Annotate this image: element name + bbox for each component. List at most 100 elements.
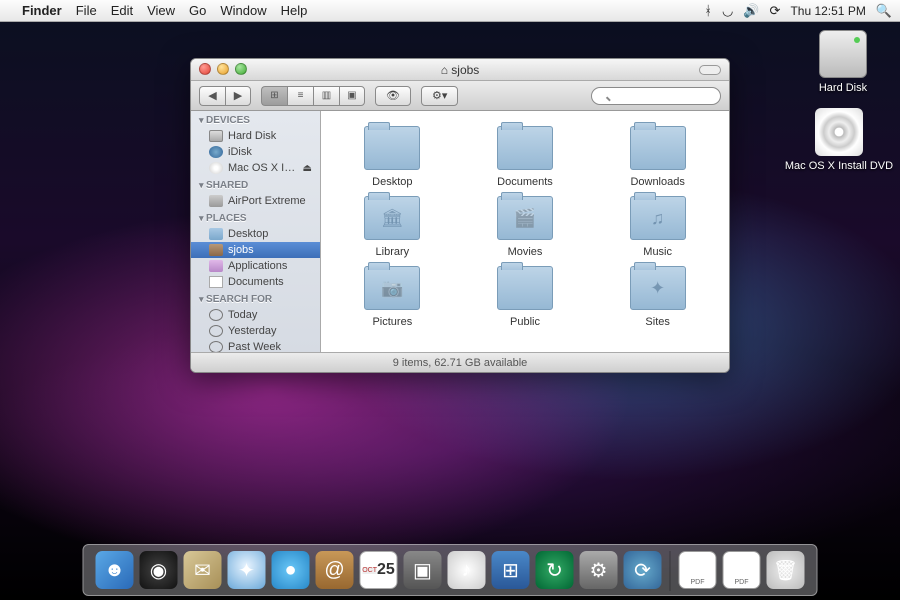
folder-label: Sites: [596, 316, 719, 328]
folder-music[interactable]: ♫Music: [596, 196, 719, 258]
dock-item-address-book[interactable]: @: [314, 549, 356, 591]
sidebar-item-label: Documents: [228, 276, 284, 288]
forward-button[interactable]: ▶: [225, 86, 251, 106]
menu-help[interactable]: Help: [281, 3, 308, 18]
sidebar-item-yesterday[interactable]: Yesterday: [191, 323, 320, 339]
sidebar-item-applications[interactable]: Applications: [191, 258, 320, 274]
action-menu-button[interactable]: ⚙▾: [421, 86, 458, 106]
disk-icon: [209, 130, 223, 142]
clock-icon: [209, 325, 223, 337]
folder-movies[interactable]: 🎬 Movies: [464, 196, 587, 258]
dock-item-finder[interactable]: ☻: [94, 549, 136, 591]
spotlight-icon[interactable]: 🔍: [876, 3, 892, 19]
folder-public[interactable]: Public: [464, 266, 587, 328]
dock-item-documents-stack-2[interactable]: [721, 549, 763, 591]
folder-documents[interactable]: Documents: [464, 126, 587, 188]
ichat-icon: ●: [272, 551, 310, 589]
sidebar-item-mac-os-x-i-[interactable]: Mac OS X I… ⏏: [191, 160, 320, 176]
window-titlebar[interactable]: ⌂ sjobs: [191, 59, 729, 81]
view-list-button[interactable]: ≡: [287, 86, 313, 106]
window-title: sjobs: [451, 63, 479, 77]
view-icon-button[interactable]: ⊞: [261, 86, 287, 106]
dock-item-ical[interactable]: OCT25: [358, 549, 400, 591]
desktop-icon-label: Mac OS X Install DVD: [784, 160, 894, 172]
sidebar-item-label: Mac OS X I…: [228, 162, 295, 174]
zoom-button[interactable]: [235, 63, 247, 75]
back-button[interactable]: ◀: [199, 86, 225, 106]
menu-clock[interactable]: Thu 12:51 PM: [790, 4, 865, 18]
sidebar-item-documents[interactable]: Documents: [191, 274, 320, 290]
sync-icon[interactable]: ⟳: [770, 3, 781, 19]
sidebar-group-label[interactable]: SEARCH FOR: [191, 290, 320, 307]
trash-icon: 🗑: [767, 551, 805, 589]
folder-desktop[interactable]: Desktop: [331, 126, 454, 188]
app-icon: [209, 260, 223, 272]
folder-icon: ✦: [630, 266, 686, 310]
dock-item-trash[interactable]: 🗑: [765, 549, 807, 591]
system-preferences-icon: ⚙: [580, 551, 618, 589]
sidebar-item-desktop[interactable]: Desktop: [191, 226, 320, 242]
folder-label: Movies: [464, 246, 587, 258]
documents-stack-icon: [679, 551, 717, 589]
eject-icon[interactable]: ⏏: [303, 163, 312, 174]
close-button[interactable]: [199, 63, 211, 75]
desktop-icon-hard-disk[interactable]: Hard Disk: [798, 30, 888, 94]
view-column-button[interactable]: ▥: [313, 86, 339, 106]
finder-toolbar: ◀ ▶ ⊞ ≡ ▥ ▣ 👁 ⚙▾: [191, 81, 729, 111]
finder-sidebar: DEVICESHard DiskiDiskMac OS X I…⏏SHAREDA…: [191, 111, 321, 352]
mail-icon: ✉: [184, 551, 222, 589]
dock-item-ichat[interactable]: ●: [270, 549, 312, 591]
folder-emblem-icon: 🏛: [365, 197, 419, 239]
home-icon: [209, 244, 223, 256]
minimize-button[interactable]: [217, 63, 229, 75]
menu-go[interactable]: Go: [189, 3, 206, 18]
dvd-icon: [209, 162, 223, 174]
dock-item-spaces[interactable]: ⊞: [490, 549, 532, 591]
folder-label: Public: [464, 316, 587, 328]
folder-icon: [364, 126, 420, 170]
toolbar-toggle-button[interactable]: [699, 65, 721, 75]
sidebar-item-label: iDisk: [228, 146, 252, 158]
folder-emblem-icon: 🎬: [498, 197, 552, 239]
dock-item-documents-stack[interactable]: [677, 549, 719, 591]
sidebar-item-airport-extreme[interactable]: AirPort Extreme: [191, 193, 320, 209]
folder-sites[interactable]: ✦ Sites: [596, 266, 719, 328]
sidebar-item-past-week[interactable]: Past Week: [191, 339, 320, 352]
sidebar-group-label[interactable]: DEVICES: [191, 111, 320, 128]
sidebar-group-label[interactable]: SHARED: [191, 176, 320, 193]
sidebar-item-label: Today: [228, 309, 257, 321]
sidebar-item-sjobs[interactable]: sjobs: [191, 242, 320, 258]
sidebar-item-hard-disk[interactable]: Hard Disk: [191, 128, 320, 144]
search-input[interactable]: [591, 87, 721, 105]
folder-icon: ♫: [630, 196, 686, 240]
sidebar-item-today[interactable]: Today: [191, 307, 320, 323]
folder-emblem-icon: 📷: [365, 267, 419, 309]
desktop-icon-install-dvd[interactable]: Mac OS X Install DVD: [784, 108, 894, 172]
sidebar-group-label[interactable]: PLACES: [191, 209, 320, 226]
view-coverflow-button[interactable]: ▣: [339, 86, 365, 106]
dock-item-isync[interactable]: ⟳: [622, 549, 664, 591]
bluetooth-icon[interactable]: ᚼ: [704, 3, 712, 18]
folder-library[interactable]: 🏛Library: [331, 196, 454, 258]
app-name[interactable]: Finder: [22, 3, 62, 18]
dock-item-safari[interactable]: ✦: [226, 549, 268, 591]
menu-window[interactable]: Window: [220, 3, 266, 18]
menu-view[interactable]: View: [147, 3, 175, 18]
dock-item-itunes[interactable]: ♪: [446, 549, 488, 591]
dock: ☻◉✉✦●@OCT25▣♪⊞↻⚙⟳ 🗑: [83, 544, 818, 596]
folder-pictures[interactable]: 📷Pictures: [331, 266, 454, 328]
dock-item-dashboard[interactable]: ◉: [138, 549, 180, 591]
airport-icon[interactable]: ◡: [722, 3, 733, 19]
menu-edit[interactable]: Edit: [111, 3, 133, 18]
menu-file[interactable]: File: [76, 3, 97, 18]
dock-item-time-machine[interactable]: ↻: [534, 549, 576, 591]
sidebar-item-idisk[interactable]: iDisk: [191, 144, 320, 160]
volume-icon[interactable]: 🔊: [743, 3, 759, 19]
dock-item-preview[interactable]: ▣: [402, 549, 444, 591]
folder-downloads[interactable]: Downloads: [596, 126, 719, 188]
folder-emblem-icon: ♫: [631, 197, 685, 239]
quicklook-button[interactable]: 👁: [375, 86, 411, 106]
address-book-icon: @: [316, 551, 354, 589]
dock-item-mail[interactable]: ✉: [182, 549, 224, 591]
dock-item-system-preferences[interactable]: ⚙: [578, 549, 620, 591]
